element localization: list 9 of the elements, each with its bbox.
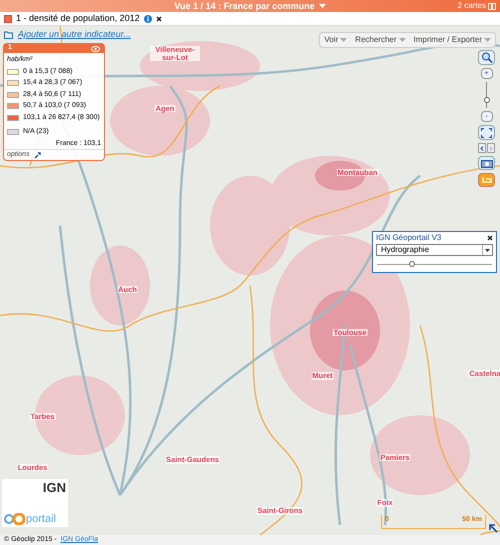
toolbar-menu-button[interactable]: Rechercher xyxy=(355,34,406,46)
toolbar-menu-button[interactable]: Voir xyxy=(324,34,348,46)
indicator-label: 1 - densité de population, 2012 xyxy=(16,14,140,23)
geoportail-logo-text: portail xyxy=(26,514,56,524)
layer-select[interactable]: Hydrographie xyxy=(376,244,493,256)
toolbar-menu-button[interactable]: Imprimer / Exporter xyxy=(414,34,491,46)
layer-panel-title: IGN Géoportail V3 xyxy=(376,232,442,244)
add-indicator-link[interactable]: Ajouter un autre indicateur... xyxy=(18,28,131,42)
ign-logo: IGN xyxy=(42,481,66,494)
